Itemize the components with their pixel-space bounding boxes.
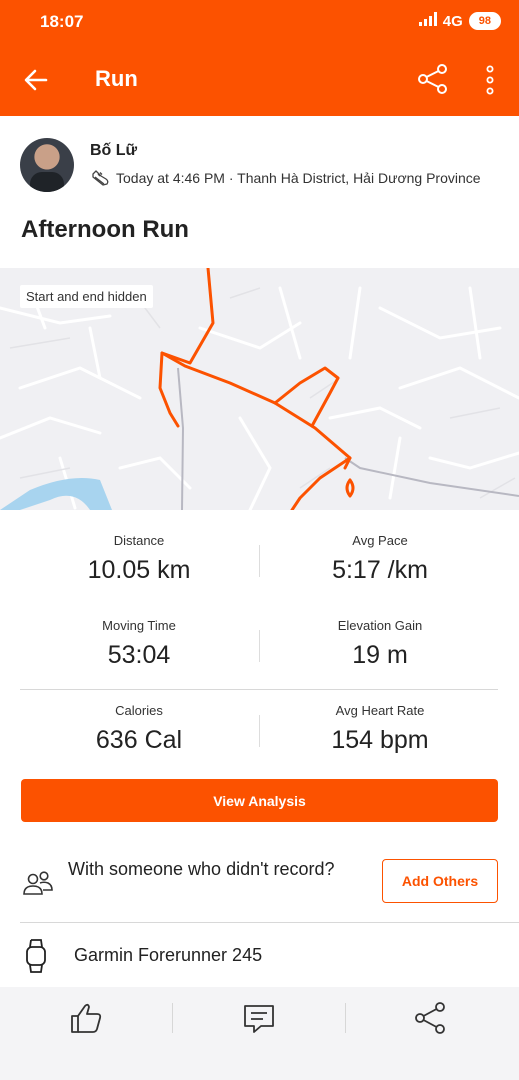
stat-moving-time: Moving Time 53:04 [19, 618, 259, 670]
add-others-button[interactable]: Add Others [382, 859, 498, 903]
stat-avg-heart-rate: Avg Heart Rate 154 bpm [260, 703, 500, 755]
bottom-bar-separator [172, 1003, 173, 1033]
activity-title: Afternoon Run [21, 216, 189, 243]
stat-label: Avg Heart Rate [335, 703, 425, 718]
status-indicators: 4G 98 [418, 12, 501, 30]
stat-value: 154 bpm [331, 726, 429, 754]
stat-label: Calories [115, 703, 163, 718]
stat-distance: Distance 10.05 km [19, 533, 259, 585]
map-privacy-label: Start and end hidden [20, 285, 153, 308]
thumbs-up-icon[interactable] [68, 1000, 104, 1036]
with-someone-prompt: With someone who didn't record? [68, 859, 335, 879]
app-bar: Run [0, 44, 519, 116]
bottom-bar-separator [345, 1003, 346, 1033]
stat-avg-pace: Avg Pace 5:17 /km [260, 533, 500, 585]
share-icon[interactable] [413, 1000, 449, 1036]
stat-value: 19 m [352, 641, 408, 669]
route-map[interactable]: Start and end hidden [0, 268, 519, 510]
status-time: 18:07 [40, 12, 84, 31]
status-bar: 18:07 4G 98 [0, 0, 519, 44]
athlete-header[interactable]: Bố Lữ Today at 4:46 PM · Thanh Hà Distri… [20, 138, 500, 198]
share-icon[interactable] [416, 62, 450, 96]
back-arrow-icon[interactable] [22, 66, 50, 94]
device-name: Garmin Forerunner 245 [74, 945, 263, 965]
stat-calories: Calories 636 Cal [19, 703, 259, 755]
view-analysis-button[interactable]: View Analysis [21, 779, 498, 822]
stat-label: Moving Time [102, 618, 176, 633]
comment-icon[interactable] [241, 1000, 277, 1036]
stat-value: 10.05 km [87, 556, 191, 584]
stat-value: 636 Cal [95, 726, 183, 754]
network-type: 4G [442, 12, 463, 30]
bottom-spacer [0, 1047, 519, 1080]
activity-meta-text: Today at 4:46 PM · Thanh Hà District, Hả… [116, 170, 481, 186]
watch-icon [24, 938, 48, 974]
stats-divider [20, 689, 498, 690]
battery-icon: 98 [468, 12, 501, 30]
more-vertical-icon[interactable] [478, 62, 502, 98]
shoe-icon [90, 168, 110, 188]
section-divider [20, 922, 519, 923]
stat-value: 5:17 /km [332, 556, 428, 584]
bottom-action-bar [0, 987, 519, 1047]
stat-label: Distance [113, 533, 165, 548]
activity-meta: Today at 4:46 PM · Thanh Hà District, Hả… [90, 168, 481, 188]
avatar[interactable] [20, 138, 74, 192]
stat-value: 53:04 [107, 641, 171, 669]
athlete-name[interactable]: Bố Lữ [90, 142, 137, 160]
stat-label: Elevation Gain [337, 618, 423, 633]
stat-label: Avg Pace [352, 533, 408, 548]
stat-elevation-gain: Elevation Gain 19 m [260, 618, 500, 670]
page-title: Run [95, 66, 138, 91]
signal-icon [418, 12, 437, 30]
group-icon [22, 868, 54, 900]
